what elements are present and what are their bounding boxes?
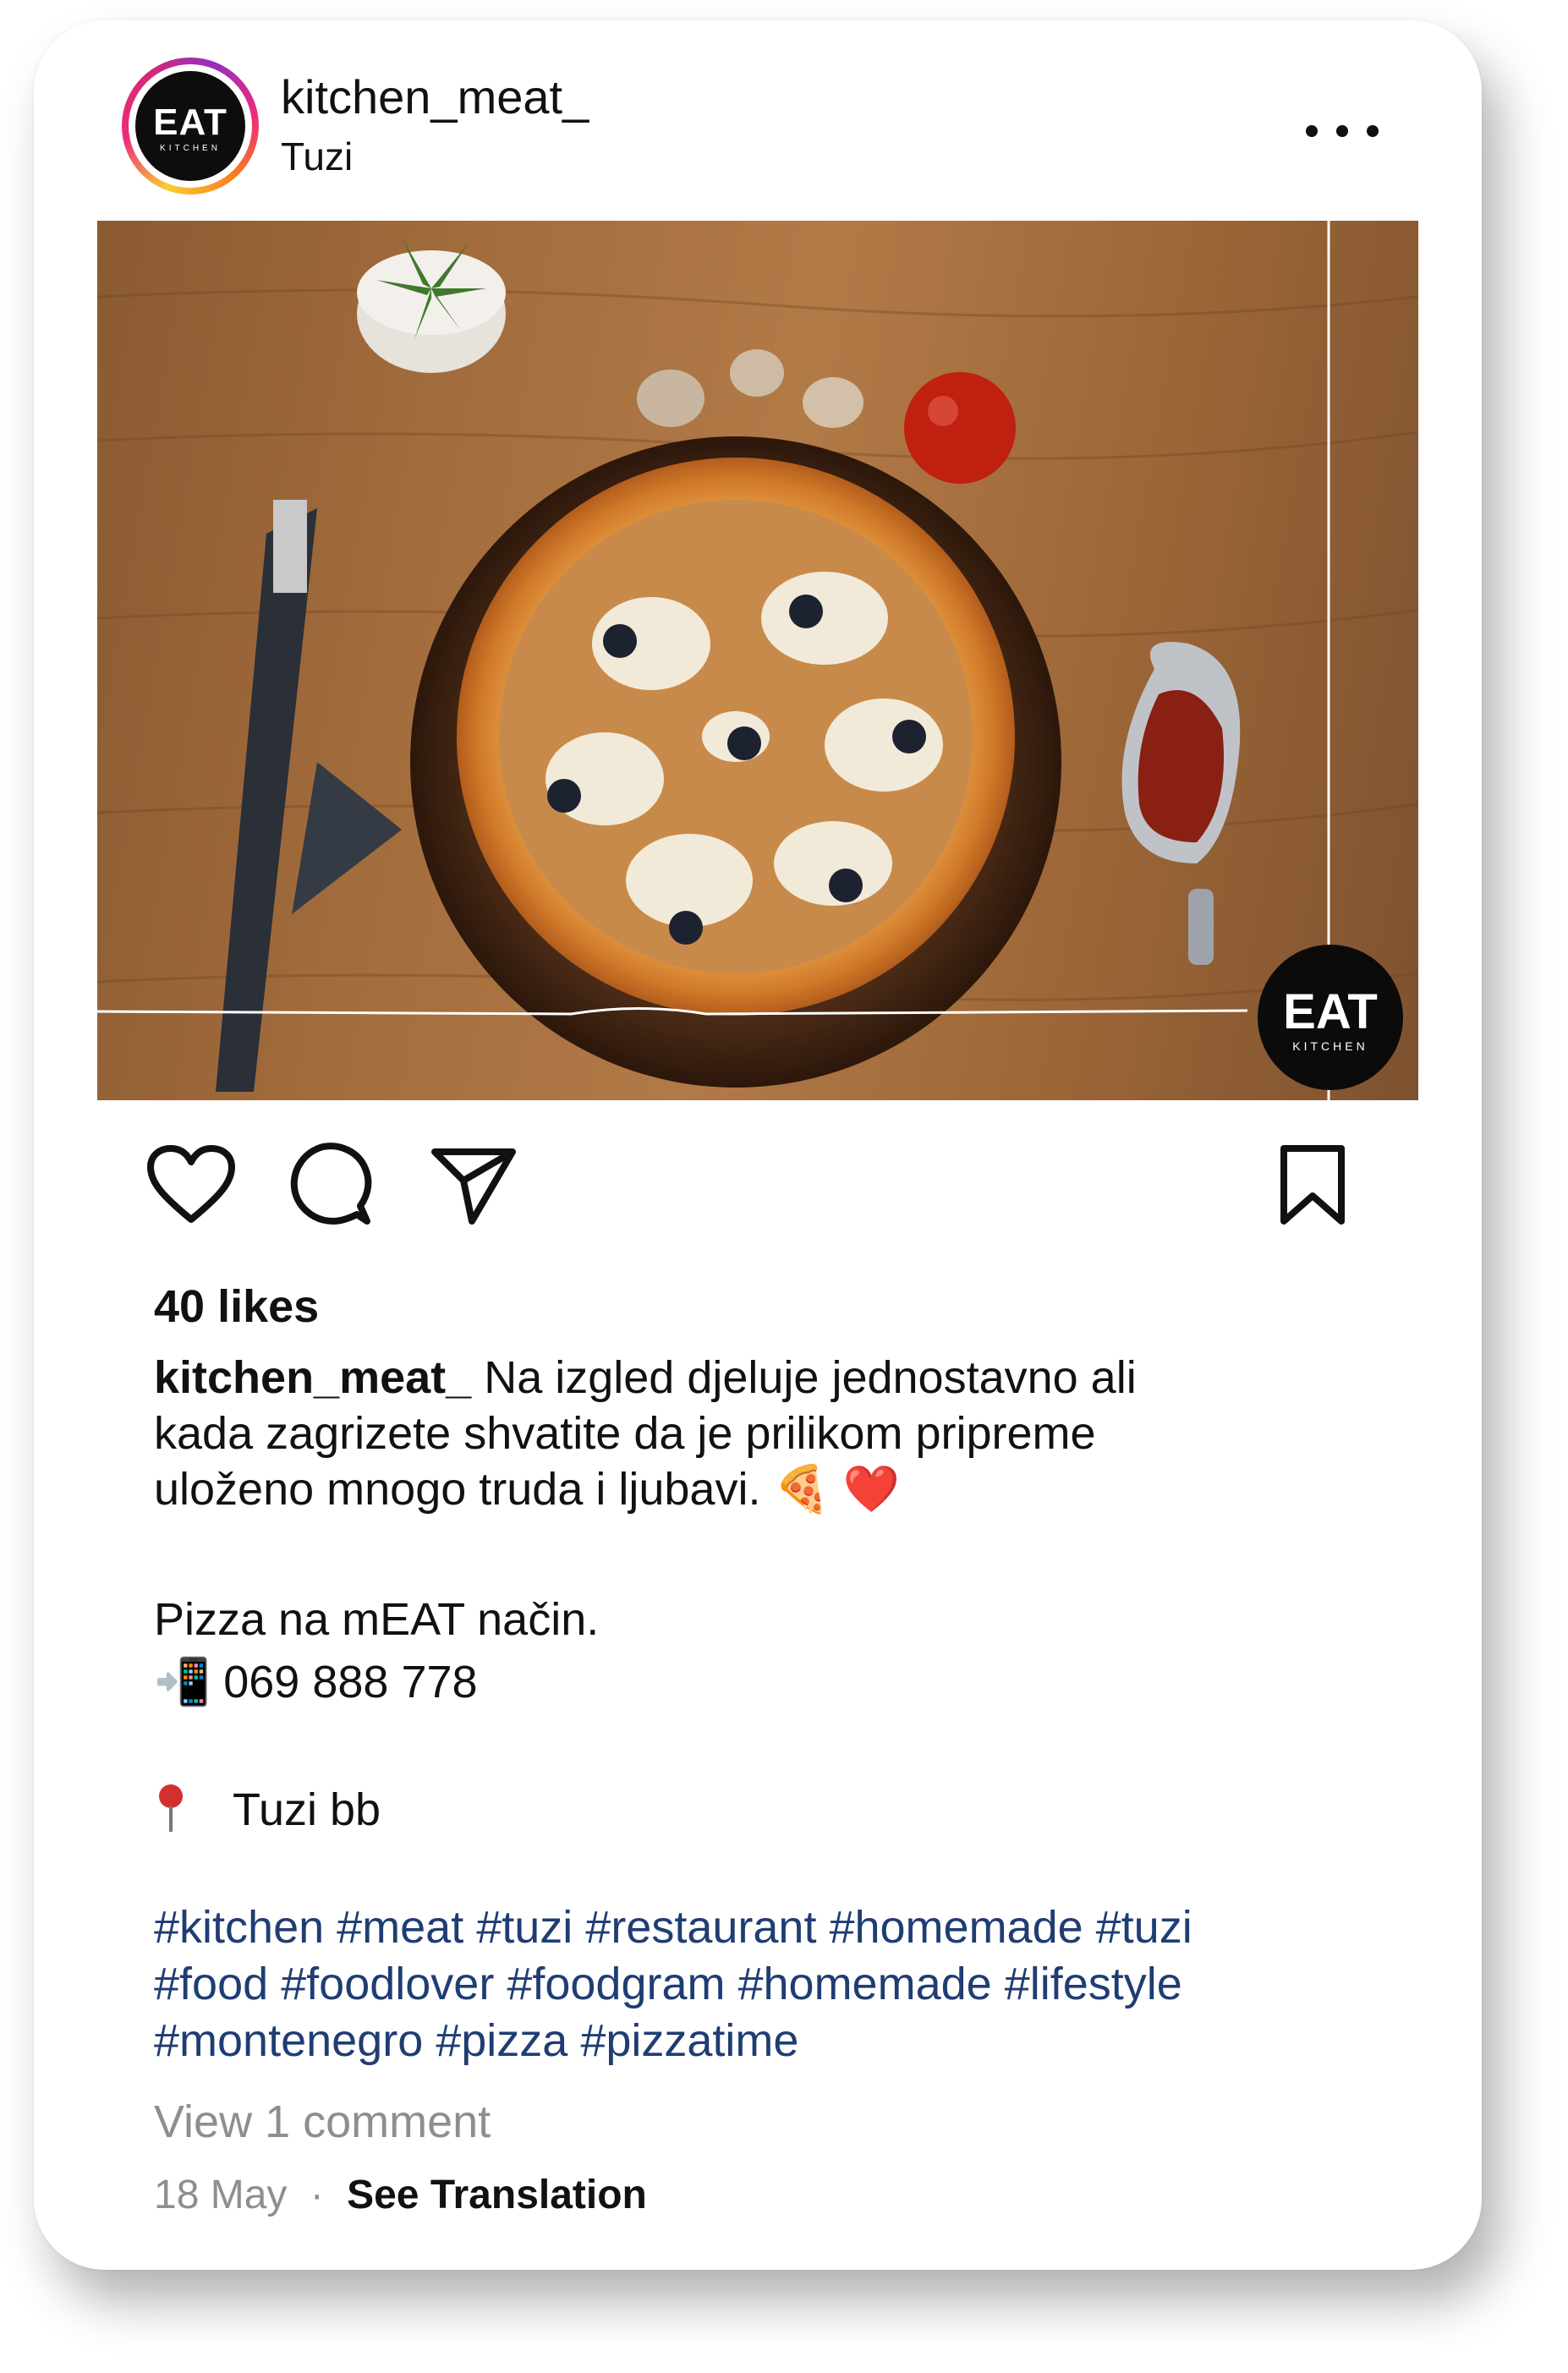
likes-count[interactable]: 40 likes [154,1280,319,1333]
bookmark-icon[interactable] [1277,1143,1348,1228]
hashtag-row-2[interactable]: #food #foodlover #foodgram #homemade #li… [154,1956,1439,2013]
caption-phone: 📲 069 888 778 [154,1657,478,1707]
separator-dot: · [310,2173,324,2217]
comment-icon[interactable] [288,1140,372,1228]
caption-text-line-3: uloženo mnogo truda i ljubavi. 🍕 ❤️ [154,1464,900,1515]
more-options-icon[interactable] [1302,113,1384,147]
post-date: 18 May [154,2173,288,2217]
post-meta: 18 May · See Translation [154,2172,647,2218]
avatar[interactable]: EAT KITCHEN [135,71,245,181]
post-username[interactable]: kitchen_meat_ [281,69,589,124]
caption: kitchen_meat_ Na izgled djeluje jednosta… [154,1350,1406,1517]
pizza-illustration [97,221,1418,1100]
hashtag-row-1[interactable]: #kitchen #meat #tuzi #restaurant #homema… [154,1899,1439,1956]
caption-address: Tuzi bb [154,1783,381,1836]
location-pin-icon [159,1784,183,1832]
caption-text-line-1: Na izgled djeluje jednostavno ali [484,1352,1137,1403]
avatar-logo-text: EAT [153,101,228,143]
caption-text-line-2: kada zagrizete shvatite da je prilikom p… [154,1408,1096,1459]
brand-logo-badge: EAT KITCHEN [1258,945,1403,1090]
post-location[interactable]: Tuzi [281,134,353,179]
story-ring[interactable]: EAT KITCHEN [122,58,259,195]
caption-username[interactable]: kitchen_meat_ [154,1352,471,1403]
post-image[interactable]: EAT KITCHEN [97,221,1418,1100]
post-card: EAT KITCHEN kitchen_meat_ Tuzi EAT KITCH… [34,20,1482,2270]
caption-text-line-4: Pizza na mEAT način. [154,1594,600,1645]
heart-icon[interactable] [145,1143,237,1228]
view-comments-link[interactable]: View 1 comment [154,2096,491,2148]
hashtag-row-3[interactable]: #montenegro #pizza #pizzatime [154,2013,1439,2069]
see-translation-link[interactable]: See Translation [347,2173,647,2217]
hashtags[interactable]: #kitchen #meat #tuzi #restaurant #homema… [154,1899,1439,2069]
avatar-logo-subtext: KITCHEN [160,144,221,153]
send-icon[interactable] [430,1145,518,1226]
